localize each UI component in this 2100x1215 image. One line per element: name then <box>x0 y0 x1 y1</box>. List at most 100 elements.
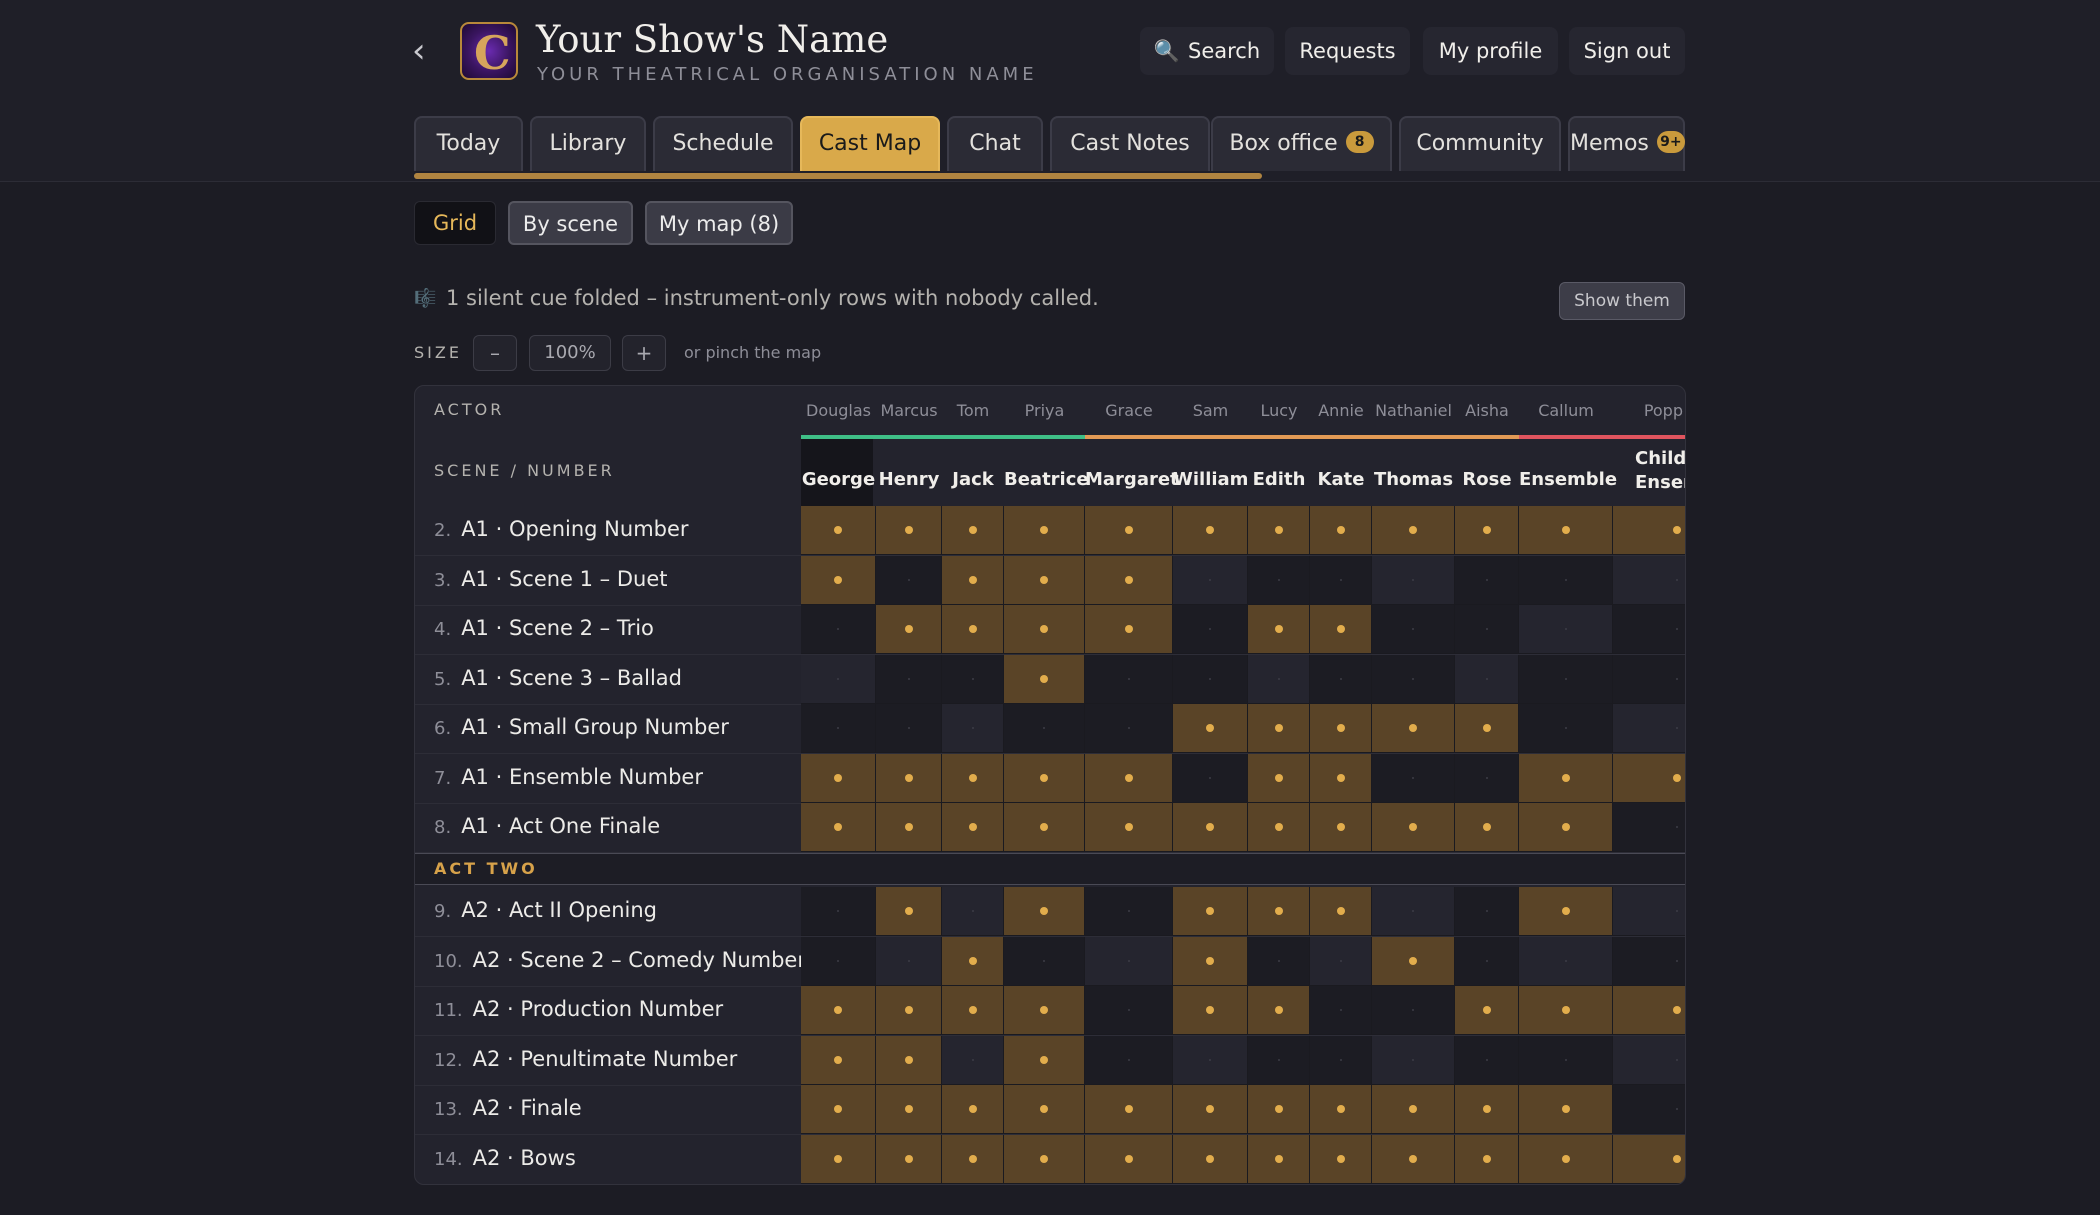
cast-cell-called[interactable] <box>876 887 942 936</box>
zoom-in-button[interactable]: + <box>622 335 666 371</box>
cast-cell-empty[interactable] <box>1173 556 1248 605</box>
cast-cell-called[interactable] <box>1372 1085 1455 1134</box>
cast-cell-empty[interactable] <box>1004 704 1085 753</box>
cast-cell-empty[interactable] <box>1613 605 1685 654</box>
requests-button[interactable]: Requests <box>1285 27 1410 75</box>
cast-cell-called[interactable] <box>1004 887 1085 936</box>
scene-row-label[interactable]: 8. A1 · Act One Finale <box>434 814 660 838</box>
tab-community[interactable]: Community <box>1399 116 1561 171</box>
cast-cell-called[interactable] <box>1372 1135 1455 1184</box>
cast-cell-called[interactable] <box>1085 506 1173 555</box>
cast-cell-empty[interactable] <box>1613 803 1685 852</box>
cast-cell-called[interactable] <box>1372 803 1455 852</box>
cast-cell-empty[interactable] <box>801 605 876 654</box>
tab-memos[interactable]: Memos 9+ <box>1568 116 1685 171</box>
cast-cell-empty[interactable] <box>942 704 1004 753</box>
role-name[interactable]: Thomas <box>1372 469 1455 490</box>
scene-row-label[interactable]: 7. A1 · Ensemble Number <box>434 765 703 789</box>
cast-cell-empty[interactable] <box>1173 605 1248 654</box>
cast-cell-empty[interactable] <box>1519 655 1613 704</box>
cast-cell-called[interactable] <box>1173 887 1248 936</box>
tab-library[interactable]: Library <box>530 116 646 171</box>
cast-cell-empty[interactable] <box>1455 754 1519 803</box>
cast-cell-called[interactable] <box>1613 506 1685 555</box>
cast-cell-called[interactable] <box>942 754 1004 803</box>
cast-cell-called[interactable] <box>1248 506 1310 555</box>
cast-cell-empty[interactable] <box>1310 655 1372 704</box>
show-them-button[interactable]: Show them <box>1559 282 1685 320</box>
cast-cell-called[interactable] <box>1519 887 1613 936</box>
cast-cell-called[interactable] <box>1519 754 1613 803</box>
back-chevron-icon[interactable]: ‹ <box>412 34 434 68</box>
cast-cell-empty[interactable] <box>1455 655 1519 704</box>
cast-cell-called[interactable] <box>1372 506 1455 555</box>
cast-cell-called[interactable] <box>1310 1135 1372 1184</box>
cast-cell-empty[interactable] <box>1613 704 1685 753</box>
cast-cell-called[interactable] <box>1173 1135 1248 1184</box>
cast-cell-called[interactable] <box>942 506 1004 555</box>
cast-cell-called[interactable] <box>876 605 942 654</box>
cast-cell-called[interactable] <box>1613 1135 1685 1184</box>
cast-cell-empty[interactable] <box>1455 887 1519 936</box>
scene-row-label[interactable]: 6. A1 · Small Group Number <box>434 715 729 739</box>
view-grid-button[interactable]: Grid <box>414 201 496 245</box>
cast-cell-called[interactable] <box>1310 1085 1372 1134</box>
cast-cell-called[interactable] <box>1173 1085 1248 1134</box>
cast-cell-called[interactable] <box>1455 1085 1519 1134</box>
cast-cell-empty[interactable] <box>1310 986 1372 1035</box>
cast-cell-called[interactable] <box>1085 605 1173 654</box>
cast-cell-called[interactable] <box>1004 1135 1085 1184</box>
cast-cell-empty[interactable] <box>942 1036 1004 1085</box>
cast-cell-empty[interactable] <box>1613 887 1685 936</box>
cast-cell-called[interactable] <box>1248 803 1310 852</box>
cast-cell-empty[interactable] <box>1372 986 1455 1035</box>
cast-cell-called[interactable] <box>1085 754 1173 803</box>
cast-cell-empty[interactable] <box>876 704 942 753</box>
cast-cell-empty[interactable] <box>1455 556 1519 605</box>
tab-cast-map[interactable]: Cast Map <box>800 116 940 171</box>
role-name[interactable]: Jack <box>942 469 1004 490</box>
cast-cell-empty[interactable] <box>801 704 876 753</box>
cast-cell-empty[interactable] <box>1455 605 1519 654</box>
cast-cell-called[interactable] <box>1004 1036 1085 1085</box>
role-name[interactable]: Henry <box>876 469 942 490</box>
cast-cell-empty[interactable] <box>1519 605 1613 654</box>
cast-cell-called[interactable] <box>801 1085 876 1134</box>
cast-cell-called[interactable] <box>942 937 1004 986</box>
cast-cell-called[interactable] <box>1004 986 1085 1035</box>
cast-cell-empty[interactable] <box>1310 556 1372 605</box>
cast-cell-empty[interactable] <box>1085 887 1173 936</box>
cast-cell-empty[interactable] <box>1613 1036 1685 1085</box>
cast-cell-empty[interactable] <box>1310 1036 1372 1085</box>
cast-cell-empty[interactable] <box>1372 655 1455 704</box>
cast-cell-empty[interactable] <box>1613 556 1685 605</box>
sign-out-button[interactable]: Sign out <box>1569 27 1685 75</box>
scene-row-label[interactable]: 3. A1 · Scene 1 – Duet <box>434 567 668 591</box>
role-name[interactable]: Edith <box>1248 469 1310 490</box>
tab-today[interactable]: Today <box>414 116 523 171</box>
scene-row-label[interactable]: 14. A2 · Bows <box>434 1146 576 1170</box>
cast-cell-called[interactable] <box>942 556 1004 605</box>
scene-row-label[interactable]: 2. A1 · Opening Number <box>434 517 689 541</box>
role-name[interactable]: Kate <box>1310 469 1372 490</box>
zoom-out-button[interactable]: – <box>473 335 517 371</box>
tab-cast-notes[interactable]: Cast Notes <box>1050 116 1210 171</box>
cast-cell-empty[interactable] <box>1519 937 1613 986</box>
cast-cell-empty[interactable] <box>1248 937 1310 986</box>
cast-cell-called[interactable] <box>942 803 1004 852</box>
cast-cell-called[interactable] <box>1004 803 1085 852</box>
cast-cell-called[interactable] <box>1085 556 1173 605</box>
cast-cell-empty[interactable] <box>1372 605 1455 654</box>
cast-cell-empty[interactable] <box>876 556 942 605</box>
cast-cell-empty[interactable] <box>1310 937 1372 986</box>
cast-cell-called[interactable] <box>876 986 942 1035</box>
cast-cell-called[interactable] <box>1004 1085 1085 1134</box>
cast-cell-called[interactable] <box>801 556 876 605</box>
cast-cell-called[interactable] <box>1310 887 1372 936</box>
cast-cell-called[interactable] <box>1372 937 1455 986</box>
cast-cell-empty[interactable] <box>1173 754 1248 803</box>
cast-cell-called[interactable] <box>1173 986 1248 1035</box>
cast-cell-called[interactable] <box>1004 506 1085 555</box>
cast-cell-called[interactable] <box>1455 704 1519 753</box>
cast-cell-empty[interactable] <box>1085 1036 1173 1085</box>
